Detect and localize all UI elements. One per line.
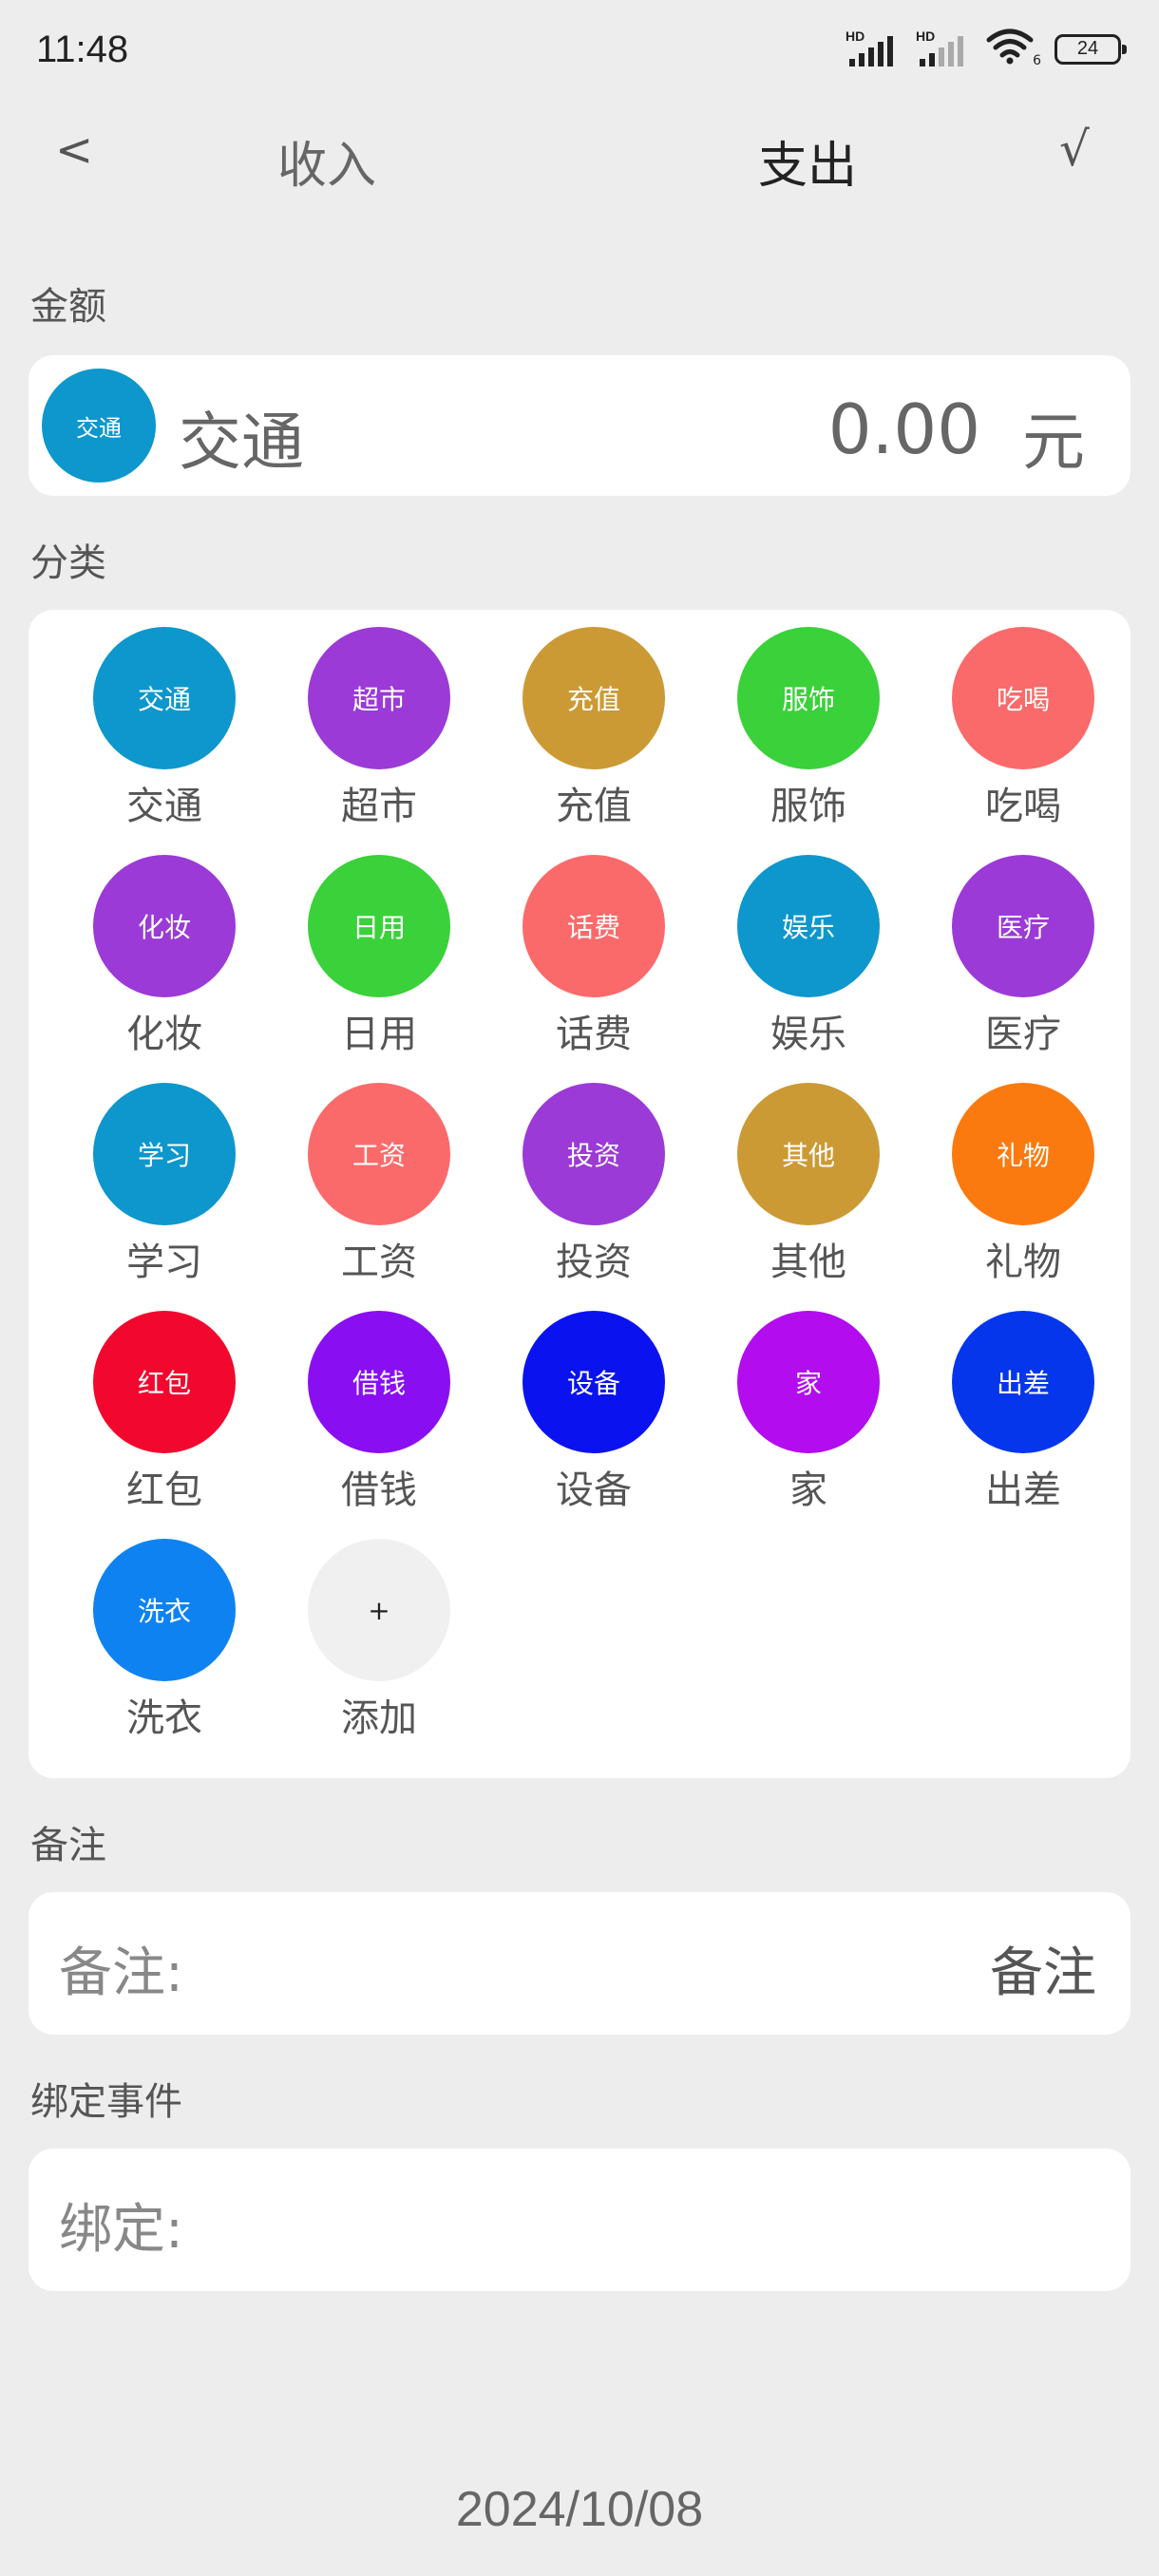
category-label: 工资 <box>341 1241 417 1284</box>
category-section-label: 分类 <box>30 541 106 585</box>
tab-expense[interactable]: 支出 <box>758 125 857 197</box>
bind-section-label: 绑定事件 <box>30 2080 182 2124</box>
bind-event-field[interactable]: 绑定: <box>28 2149 1130 2291</box>
category-label: 添加 <box>341 1696 417 1740</box>
category-label: 超市 <box>341 785 417 828</box>
category-item[interactable]: 日用 日用 <box>257 838 472 1058</box>
category-label: 礼物 <box>985 1241 1061 1284</box>
category-icon[interactable]: 吃喝 <box>952 627 1094 769</box>
category-item[interactable]: 红包 红包 <box>43 1294 257 1514</box>
category-item[interactable]: 设备 设备 <box>472 1294 687 1514</box>
category-grid: 交通 交通 超市 超市 充值 充值 服饰 服饰 吃喝 吃喝 化妆 化妆 日用 日用 话费 话费 娱乐 娱乐 医疗 医疗… <box>28 610 1130 1778</box>
battery-level: 24 <box>1076 38 1099 59</box>
confirm-button[interactable]: √ <box>1059 122 1090 177</box>
category-label: 话费 <box>556 1013 632 1056</box>
category-item[interactable]: 投资 投资 <box>472 1066 687 1286</box>
category-item[interactable]: 洗衣 洗衣 <box>43 1522 257 1742</box>
category-item[interactable]: 学习 学习 <box>43 1066 257 1286</box>
category-icon[interactable]: 红包 <box>93 1311 236 1453</box>
category-icon[interactable]: 工资 <box>308 1083 450 1225</box>
category-label: 服饰 <box>770 785 846 828</box>
category-icon[interactable]: 投资 <box>522 1083 665 1225</box>
category-item[interactable]: 工资 工资 <box>257 1066 472 1286</box>
category-item[interactable]: + 添加 <box>257 1522 472 1742</box>
category-icon[interactable]: 其他 <box>737 1083 880 1225</box>
category-item[interactable]: 出差 出差 <box>902 1294 1116 1514</box>
category-item[interactable]: 化妆 化妆 <box>43 838 257 1058</box>
amount-input[interactable]: 0.00 <box>828 389 980 469</box>
category-icon[interactable]: 学习 <box>93 1083 236 1225</box>
category-icon[interactable]: 娱乐 <box>737 855 880 997</box>
category-label: 洗衣 <box>126 1696 202 1740</box>
category-item[interactable]: 吃喝 吃喝 <box>902 610 1116 830</box>
category-item[interactable]: 服饰 服饰 <box>687 610 902 830</box>
category-label: 其他 <box>770 1241 846 1284</box>
amount-card[interactable]: 交通 交通 0.00 元 <box>28 355 1130 496</box>
note-field[interactable]: 备注: 备注 <box>28 1892 1130 2035</box>
category-icon[interactable]: 借钱 <box>308 1311 450 1453</box>
category-item[interactable]: 娱乐 娱乐 <box>687 838 902 1058</box>
category-label: 娱乐 <box>770 1013 846 1056</box>
category-item[interactable]: 医疗 医疗 <box>902 838 1116 1058</box>
amount-section-label: 金额 <box>30 285 106 329</box>
bind-prefix: 绑定: <box>59 2199 183 2261</box>
category-icon[interactable]: 医疗 <box>952 855 1094 997</box>
category-label: 设备 <box>556 1468 632 1512</box>
category-label: 医疗 <box>985 1013 1061 1056</box>
category-label: 充值 <box>556 785 632 828</box>
category-icon[interactable]: 充值 <box>522 627 665 769</box>
status-bar: 11:48 HD HD 6 24 <box>0 0 1159 104</box>
category-item[interactable]: 充值 充值 <box>472 610 687 830</box>
note-input[interactable]: 备注 <box>990 1930 1096 2007</box>
category-icon[interactable]: 交通 <box>93 627 236 769</box>
category-item[interactable]: 其他 其他 <box>687 1066 902 1286</box>
note-section-label: 备注 <box>30 1824 106 1867</box>
category-label: 投资 <box>556 1241 632 1284</box>
category-item[interactable]: 话费 话费 <box>472 838 687 1058</box>
category-label: 红包 <box>126 1468 202 1512</box>
status-time: 11:48 <box>36 28 129 70</box>
category-icon[interactable]: 话费 <box>522 855 665 997</box>
category-label: 化妆 <box>126 1013 202 1056</box>
date-picker[interactable]: 2024/10/08 <box>0 2481 1159 2538</box>
category-icon[interactable]: 服饰 <box>737 627 880 769</box>
category-label: 家 <box>789 1468 827 1512</box>
tab-income[interactable]: 收入 <box>277 125 376 197</box>
category-label: 交通 <box>126 785 202 828</box>
category-icon[interactable]: 出差 <box>952 1311 1094 1453</box>
note-prefix: 备注: <box>59 1942 183 2004</box>
category-icon[interactable]: 日用 <box>308 855 450 997</box>
cellular-signal-icon: HD <box>846 27 899 68</box>
category-item[interactable]: 超市 超市 <box>257 610 472 830</box>
category-item[interactable]: 交通 交通 <box>43 610 257 830</box>
top-nav: < 收入 支出 √ <box>0 104 1159 199</box>
cellular-signal-icon-2: HD <box>916 27 969 68</box>
wifi-icon: 6 <box>986 27 1041 68</box>
add-category-icon[interactable]: + <box>308 1539 450 1681</box>
category-item[interactable]: 借钱 借钱 <box>257 1294 472 1514</box>
category-icon[interactable]: 化妆 <box>93 855 236 997</box>
category-icon[interactable]: 设备 <box>522 1311 665 1453</box>
category-label: 日用 <box>341 1013 417 1056</box>
category-item[interactable]: 礼物 礼物 <box>902 1066 1116 1286</box>
selected-category-name: 交通 <box>179 406 304 479</box>
category-label: 借钱 <box>341 1468 417 1512</box>
status-icons: HD HD 6 24 <box>846 27 1127 68</box>
category-item[interactable]: 家家 <box>687 1294 902 1514</box>
amount-unit: 元 <box>1022 406 1085 479</box>
battery-icon: 24 <box>1054 34 1127 65</box>
category-icon[interactable]: 礼物 <box>952 1083 1094 1225</box>
category-icon[interactable]: 家 <box>737 1311 880 1453</box>
category-label: 吃喝 <box>985 785 1061 828</box>
selected-category-icon: 交通 <box>42 369 156 483</box>
category-label: 学习 <box>126 1241 202 1284</box>
wifi-badge: 6 <box>1033 53 1041 68</box>
back-button[interactable]: < <box>55 123 93 177</box>
category-label: 出差 <box>985 1468 1061 1512</box>
category-icon[interactable]: 洗衣 <box>93 1539 236 1681</box>
category-icon[interactable]: 超市 <box>308 627 450 769</box>
